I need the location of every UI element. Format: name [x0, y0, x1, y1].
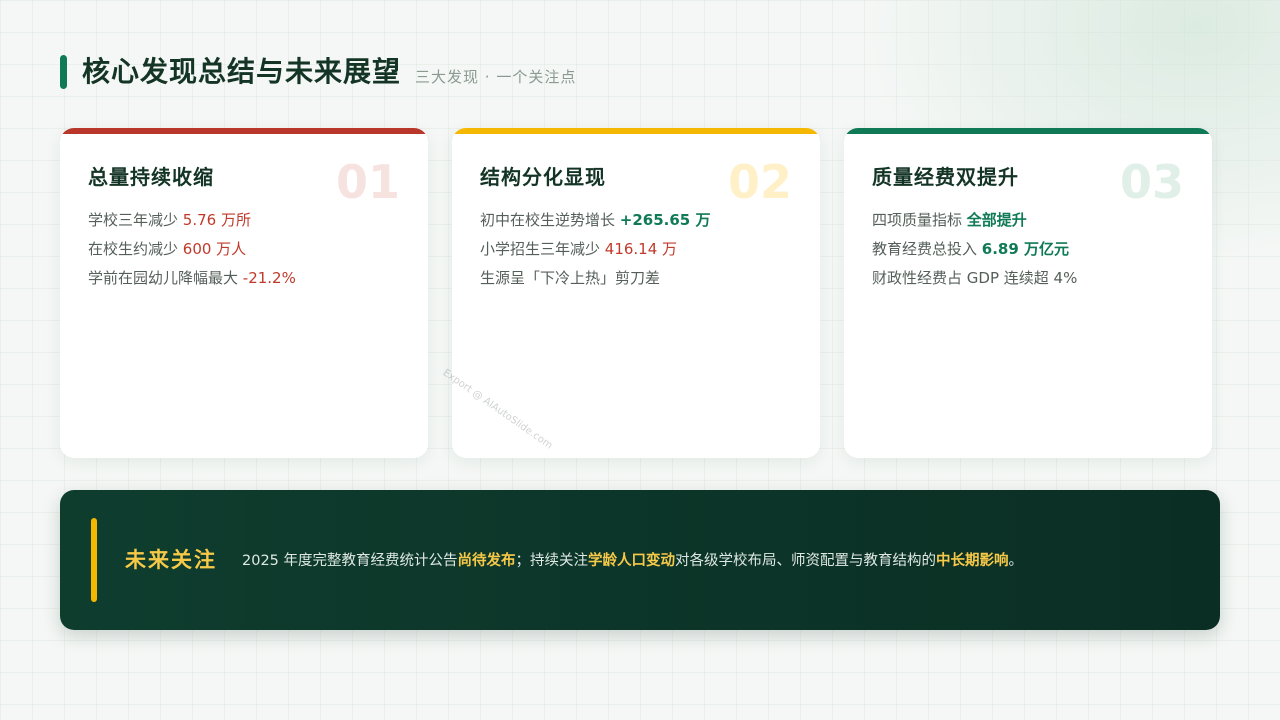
finding-text: 四项质量指标 — [872, 211, 967, 229]
future-focus-banner: 未来关注 2025 年度完整教育经费统计公告尚待发布；持续关注学龄人口变动对各级… — [60, 490, 1220, 630]
finding-line: 财政性经费占 GDP 连续超 4% — [872, 264, 1077, 293]
finding-line: 生源呈「下冷上热」剪刀差 — [480, 264, 710, 293]
finding-line: 初中在校生逆势增长 +265.65 万 — [480, 206, 710, 235]
card-title: 质量经费双提升 — [872, 165, 1019, 189]
finding-card-1: 总量持续收缩 01 学校三年减少 5.76 万所 在校生约减少 600 万人 学… — [60, 128, 428, 458]
page-subtitle: 三大发现 · 一个关注点 — [415, 68, 577, 86]
card-title: 结构分化显现 — [480, 165, 606, 189]
finding-text: 生源呈「下冷上热」剪刀差 — [480, 269, 661, 287]
finding-value: 600 万人 — [182, 240, 247, 258]
finding-line: 学校三年减少 5.76 万所 — [88, 206, 296, 235]
banner-highlight: 尚待发布 — [457, 553, 516, 569]
finding-line: 在校生约减少 600 万人 — [88, 235, 296, 264]
finding-line: 教育经费总投入 6.89 万亿元 — [872, 235, 1077, 264]
finding-text: 在校生约减少 — [88, 240, 183, 258]
finding-text: 教育经费总投入 — [872, 240, 982, 258]
card-accent-bar — [452, 128, 820, 134]
card-findings: 初中在校生逆势增长 +265.65 万 小学招生三年减少 416.14 万 生源… — [480, 206, 710, 293]
finding-value: 5.76 万所 — [182, 211, 251, 229]
card-findings: 四项质量指标 全部提升 教育经费总投入 6.89 万亿元 财政性经费占 GDP … — [872, 206, 1077, 293]
page-header: 核心发现总结与未来展望 三大发现 · 一个关注点 — [60, 54, 576, 90]
finding-line: 四项质量指标 全部提升 — [872, 206, 1077, 235]
finding-card-2: 结构分化显现 02 初中在校生逆势增长 +265.65 万 小学招生三年减少 4… — [452, 128, 820, 458]
banner-text-segment: ；持续关注 — [515, 553, 589, 569]
card-findings: 学校三年减少 5.76 万所 在校生约减少 600 万人 学前在园幼儿降幅最大 … — [88, 206, 296, 293]
finding-text: 学前在园幼儿降幅最大 — [88, 269, 243, 287]
banner-text-segment: 。 — [1008, 553, 1024, 569]
title-accent-bar — [60, 55, 67, 89]
finding-value: 全部提升 — [966, 211, 1027, 229]
banner-text: 2025 年度完整教育经费统计公告尚待发布；持续关注学龄人口变动对各级学校布局、… — [242, 550, 1023, 572]
card-number: 01 — [335, 155, 400, 209]
banner-text-segment: 对各级学校布局、师资配置与教育结构的 — [675, 553, 937, 569]
banner-label: 未来关注 — [125, 548, 217, 572]
finding-text: 财政性经费占 GDP 连续超 4% — [872, 269, 1078, 287]
finding-value: -21.2% — [242, 269, 296, 287]
page-title: 核心发现总结与未来展望 — [82, 55, 402, 88]
finding-value: 6.89 万亿元 — [981, 240, 1070, 258]
banner-highlight: 学龄人口变动 — [588, 553, 676, 569]
card-number: 03 — [1119, 155, 1184, 209]
finding-text: 学校三年减少 — [88, 211, 183, 229]
banner-accent-bar — [91, 518, 97, 602]
banner-highlight: 中长期影响 — [936, 553, 1009, 569]
finding-value: 416.14 万 — [604, 240, 678, 258]
banner-text-segment: 2025 年度完整教育经费统计公告 — [242, 553, 458, 569]
finding-card-3: 质量经费双提升 03 四项质量指标 全部提升 教育经费总投入 6.89 万亿元 … — [844, 128, 1212, 458]
finding-text: 小学招生三年减少 — [480, 240, 605, 258]
finding-value: +265.65 万 — [619, 211, 711, 229]
finding-text: 初中在校生逆势增长 — [480, 211, 620, 229]
finding-line: 小学招生三年减少 416.14 万 — [480, 235, 710, 264]
card-number: 02 — [727, 155, 792, 209]
card-accent-bar — [60, 128, 428, 134]
card-accent-bar — [844, 128, 1212, 134]
finding-line: 学前在园幼儿降幅最大 -21.2% — [88, 264, 296, 293]
card-title: 总量持续收缩 — [88, 165, 214, 189]
